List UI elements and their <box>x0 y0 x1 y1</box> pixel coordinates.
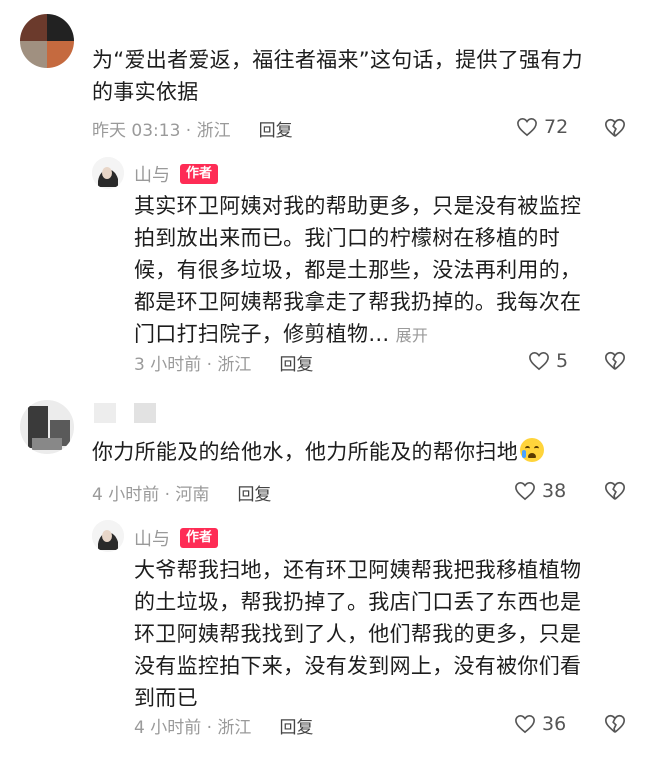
broken-heart-icon[interactable] <box>604 350 626 372</box>
comment-text: 你力所能及的给他水，他力所能及的帮你扫地 <box>92 436 632 468</box>
author-row: 山与 作者 <box>134 161 219 187</box>
comment-meta: 3 小时前 · 浙江 回复 <box>134 350 313 375</box>
reply-button[interactable]: 回复 <box>259 116 293 141</box>
like-button[interactable]: 36 <box>514 713 566 735</box>
like-count: 72 <box>544 116 569 138</box>
comment-time-location: 昨天 03:13 · 浙江 <box>92 121 231 141</box>
author-badge: 作者 <box>180 164 219 184</box>
expand-button[interactable]: 展开 <box>396 326 429 345</box>
heart-icon <box>517 117 537 137</box>
crying-emoji-icon <box>520 438 544 462</box>
comment-meta: 4 小时前 · 浙江 回复 <box>134 713 313 738</box>
like-button[interactable]: 72 <box>516 116 568 138</box>
comment-meta: 昨天 03:13 · 浙江 回复 <box>92 116 293 141</box>
comment-text: 其实环卫阿姨对我的帮助更多，只是没有被监控 拍到放出来而已。我门口的柠檬树在移植… <box>134 194 582 346</box>
comment-time-location: 4 小时前 · 河南 <box>92 485 210 505</box>
avatar[interactable] <box>20 400 74 454</box>
reply-button[interactable]: 回复 <box>279 713 313 738</box>
like-button[interactable]: 5 <box>528 350 568 372</box>
author-badge: 作者 <box>180 528 219 548</box>
comment-time-location: 4 小时前 · 浙江 <box>134 718 252 738</box>
heart-icon <box>515 714 535 734</box>
author-row: 山与 作者 <box>134 525 219 551</box>
author-name[interactable]: 山与 <box>134 525 170 551</box>
avatar[interactable] <box>20 14 74 68</box>
author-name[interactable]: 山与 <box>134 161 170 187</box>
comment-text: 大爷帮我扫地，还有环卫阿姨帮我把我移植植物 的土垃圾，帮我扔掉了。我店门口丢了东… <box>134 558 582 710</box>
heart-icon <box>529 351 549 371</box>
broken-heart-icon[interactable] <box>604 480 626 502</box>
author-name-hidden <box>94 403 156 423</box>
like-count: 38 <box>542 480 567 502</box>
like-count: 5 <box>556 350 569 372</box>
avatar[interactable] <box>92 157 124 189</box>
comment-text: 为“爱出者爱返，福往者福来”这句话，提供了强有力 的事实依据 <box>92 48 583 104</box>
comment-meta: 4 小时前 · 河南 回复 <box>92 480 271 505</box>
heart-icon <box>515 481 535 501</box>
broken-heart-icon[interactable] <box>604 117 626 139</box>
comment-time-location: 3 小时前 · 浙江 <box>134 355 252 375</box>
reply-button[interactable]: 回复 <box>279 350 313 375</box>
like-button[interactable]: 38 <box>514 480 566 502</box>
reply-button[interactable]: 回复 <box>237 480 271 505</box>
like-count: 36 <box>542 713 567 735</box>
broken-heart-icon[interactable] <box>604 713 626 735</box>
avatar[interactable] <box>92 520 124 552</box>
